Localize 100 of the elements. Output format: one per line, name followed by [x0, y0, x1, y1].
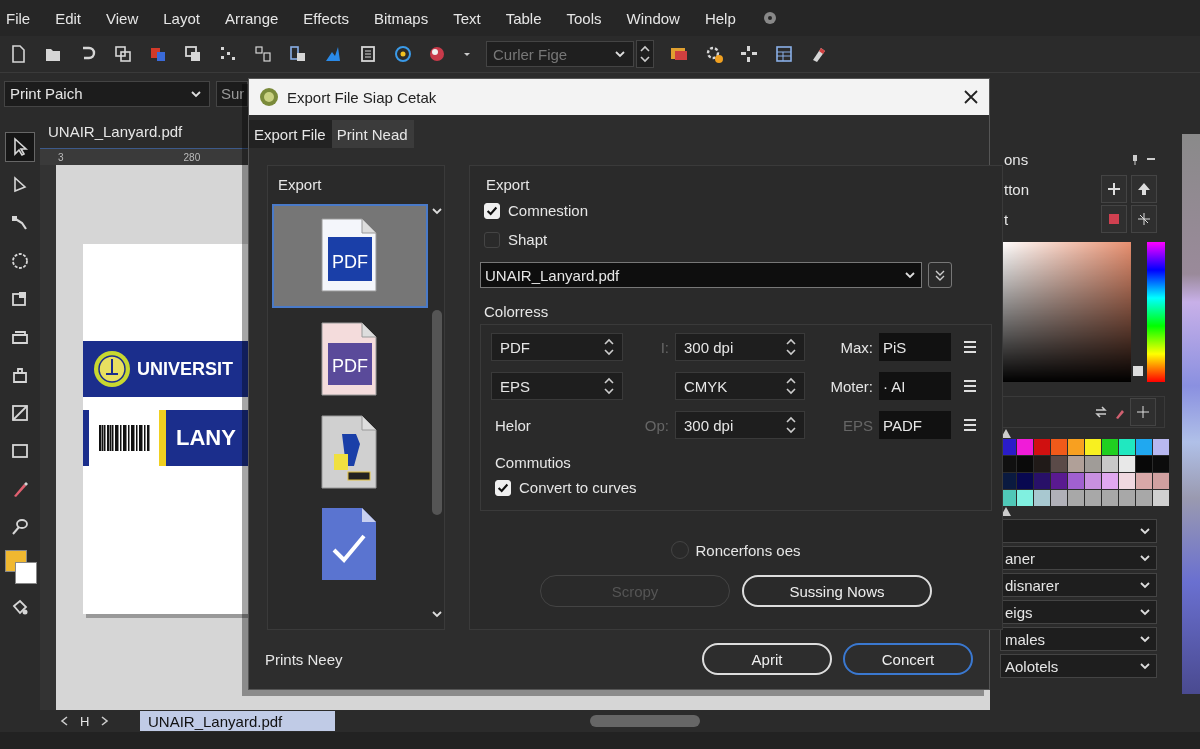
spinner-field[interactable]: CMYK — [675, 372, 805, 400]
panel-label: t — [1003, 210, 1009, 228]
copy-icon[interactable] — [113, 44, 133, 64]
export-icon[interactable] — [183, 44, 203, 64]
checkbox[interactable] — [484, 231, 500, 248]
dialog-tab[interactable]: Print Nead — [331, 120, 414, 148]
format-label: PDF — [332, 355, 368, 377]
close-icon[interactable] — [963, 89, 979, 105]
layers-icon[interactable] — [288, 44, 308, 64]
dropdown[interactable]: aner — [1000, 546, 1157, 570]
palette-strip[interactable] — [1182, 134, 1200, 694]
spinner-arrows-icon[interactable] — [784, 416, 798, 434]
format-option[interactable]: PDF — [272, 204, 428, 308]
double-chevron-icon — [933, 268, 947, 282]
panel-title: Export — [485, 174, 531, 195]
panel-button[interactable] — [1131, 175, 1157, 203]
preset-dropdown[interactable]: Print Paich — [4, 80, 210, 107]
spinner-arrows-icon[interactable] — [784, 338, 798, 356]
menu-item[interactable]: Tools — [566, 9, 602, 27]
dropdown[interactable]: disnarer — [1000, 573, 1157, 597]
swatch-icon — [1107, 212, 1121, 226]
slider-thumb[interactable] — [1133, 365, 1144, 376]
panel-title: ons — [1003, 150, 1029, 168]
triangle-up-icon[interactable] — [1000, 428, 1012, 439]
format-option[interactable]: PDF — [272, 314, 428, 406]
color-input-field[interactable] — [1000, 396, 1165, 428]
input-field[interactable]: PiS — [879, 333, 951, 361]
checkbox-label: Shapt — [508, 231, 548, 248]
input-field[interactable]: PADF — [879, 411, 951, 439]
scrollbar-thumb[interactable] — [432, 310, 442, 515]
spinner-field[interactable]: 300 dpi — [675, 333, 805, 361]
scrollbar-thumb[interactable] — [590, 715, 700, 727]
plus-icon — [1107, 182, 1121, 196]
menu-item[interactable]: Help — [704, 9, 736, 27]
ruler-number: 3 — [58, 151, 64, 163]
menu-item[interactable]: Layot — [163, 9, 200, 27]
banner-title: UNIVERSIT — [137, 358, 233, 380]
ruler-number: 280 — [183, 151, 201, 163]
tool-button[interactable] — [5, 132, 35, 162]
input-field[interactable]: · AI — [879, 372, 951, 400]
page-icon[interactable] — [358, 44, 378, 64]
snap-icon[interactable] — [739, 44, 759, 64]
color-picker-area[interactable] — [1000, 242, 1132, 382]
menu-item[interactable]: View — [106, 9, 139, 27]
panel-label: tton — [1003, 180, 1030, 198]
spinner-arrows-icon[interactable] — [602, 338, 616, 356]
pen-nib-icon — [10, 517, 30, 537]
document-tab[interactable]: UNAIR_Lanyard.pdf — [40, 123, 191, 148]
footer-note: Prints Neey — [265, 650, 343, 668]
menu-item[interactable]: Arrange — [225, 9, 279, 27]
caret-icon[interactable] — [463, 50, 471, 58]
dropdown[interactable]: eigs — [1000, 600, 1157, 624]
expand-button[interactable] — [928, 262, 952, 288]
menu-icon — [962, 417, 978, 433]
dropdown[interactable]: males — [1000, 627, 1157, 651]
field-label: Moter: — [829, 377, 873, 395]
target-icon[interactable] — [393, 44, 413, 64]
color-palette[interactable] — [1000, 439, 1169, 506]
checkbox-label: Comnestion — [508, 202, 589, 219]
dialog-button[interactable]: Aprit — [702, 643, 832, 675]
rectangle-icon — [10, 441, 30, 461]
panel-title: Export — [277, 174, 323, 195]
spinner-arrows-icon[interactable] — [784, 377, 798, 395]
checkbox-label: Convert to curves — [519, 479, 637, 496]
page-nav-button[interactable]: H — [80, 713, 90, 729]
previous-icon[interactable] — [58, 715, 70, 727]
fill-outline-swatch[interactable] — [5, 550, 35, 584]
spinner-field[interactable]: 300 dpi — [675, 411, 805, 439]
file-dropdown[interactable]: UNAIR_Lanyard.pdf — [480, 262, 922, 288]
panel-button[interactable] — [1101, 175, 1127, 203]
spinner-arrows-icon[interactable] — [602, 377, 616, 395]
input-field[interactable]: Sur — [216, 80, 248, 107]
dialog-button[interactable]: Concert — [843, 643, 973, 675]
swap-icon[interactable] — [1094, 405, 1108, 419]
dialog-tab[interactable]: Export File — [249, 120, 332, 148]
banner-subtitle: LANY — [176, 425, 236, 451]
triangle-up-icon[interactable] — [1000, 506, 1012, 517]
table-icon[interactable] — [774, 44, 794, 64]
menu-item[interactable]: Effects — [303, 9, 349, 27]
format-label: PDF — [332, 251, 368, 273]
dialog-title: Export File Siap Cetak — [287, 88, 438, 106]
globe-icon — [259, 87, 279, 107]
menu-item[interactable]: Window — [626, 9, 680, 27]
bag-icon — [10, 365, 30, 385]
menu-item[interactable]: Bitmaps — [373, 9, 429, 27]
menu-item[interactable]: File — [6, 9, 31, 27]
field-label: Helor — [494, 416, 532, 434]
section-title: Colorress — [484, 302, 549, 320]
page-tab[interactable]: UNAIR_Lanyard.pdf — [140, 711, 335, 731]
spinner-arrows-icon[interactable] — [638, 45, 652, 63]
menu-item[interactable]: Table — [505, 9, 542, 27]
menu-item[interactable]: Edit — [55, 9, 82, 27]
spinner-field[interactable]: PDF — [491, 333, 623, 361]
dropdown[interactable]: Aolotels — [1000, 654, 1157, 678]
group-icon[interactable] — [253, 44, 273, 64]
menu-icon — [962, 339, 978, 355]
slashed-square-icon — [10, 403, 30, 423]
action-button[interactable]: Sussing Nows — [742, 575, 932, 607]
menu-item[interactable]: Text — [453, 9, 481, 27]
spinner-field[interactable]: EPS — [491, 372, 623, 400]
